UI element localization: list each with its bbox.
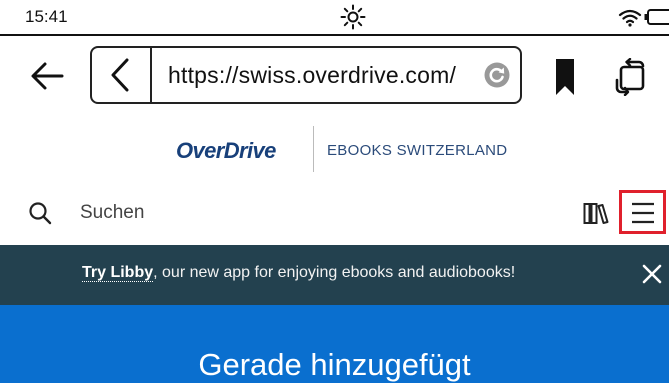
library-shelf-icon[interactable] [583, 201, 609, 225]
browser-toolbar: https://swiss.overdrive.com/ [0, 38, 669, 110]
search-icon[interactable] [28, 201, 52, 225]
bookmark-icon[interactable] [555, 58, 575, 96]
hamburger-menu-icon [632, 202, 654, 224]
e-reader-browser-screen: 15:41 https://swiss.overdrive.com/ OverD… [0, 0, 669, 383]
site-header: OverDrive EBOOKS SWITZERLAND [0, 126, 669, 172]
menu-button[interactable] [619, 190, 666, 234]
overdrive-logo[interactable]: OverDrive [176, 138, 276, 164]
libby-banner: Try Libby, our new app for enjoying eboo… [0, 245, 669, 305]
chevron-left-icon [111, 58, 129, 92]
banner-message: Try Libby, our new app for enjoying eboo… [82, 264, 515, 282]
try-libby-link[interactable]: Try Libby [82, 264, 154, 282]
battery-icon [644, 9, 669, 25]
search-input[interactable]: Suchen [80, 202, 144, 224]
rotate-screen-icon[interactable] [613, 58, 649, 96]
header-divider [313, 126, 314, 172]
page-back-button[interactable] [92, 48, 152, 102]
clock: 15:41 [25, 7, 68, 26]
library-name[interactable]: EBOOKS SWITZERLAND [327, 142, 507, 159]
sun-icon[interactable] [340, 4, 366, 30]
url-text[interactable]: https://swiss.overdrive.com/ [168, 62, 456, 89]
status-bar: 15:41 [0, 0, 669, 36]
address-bar[interactable]: https://swiss.overdrive.com/ [90, 46, 522, 104]
reload-icon[interactable] [484, 62, 510, 88]
arrow-left-icon[interactable] [30, 61, 64, 91]
hero-section: Gerade hinzugefügt [0, 305, 669, 383]
wifi-icon [618, 9, 642, 27]
search-bar: Suchen [0, 190, 669, 236]
close-icon[interactable] [642, 264, 662, 284]
banner-message-text: , our new app for enjoying ebooks and au… [153, 264, 516, 281]
section-heading: Gerade hinzugefügt [198, 347, 471, 382]
